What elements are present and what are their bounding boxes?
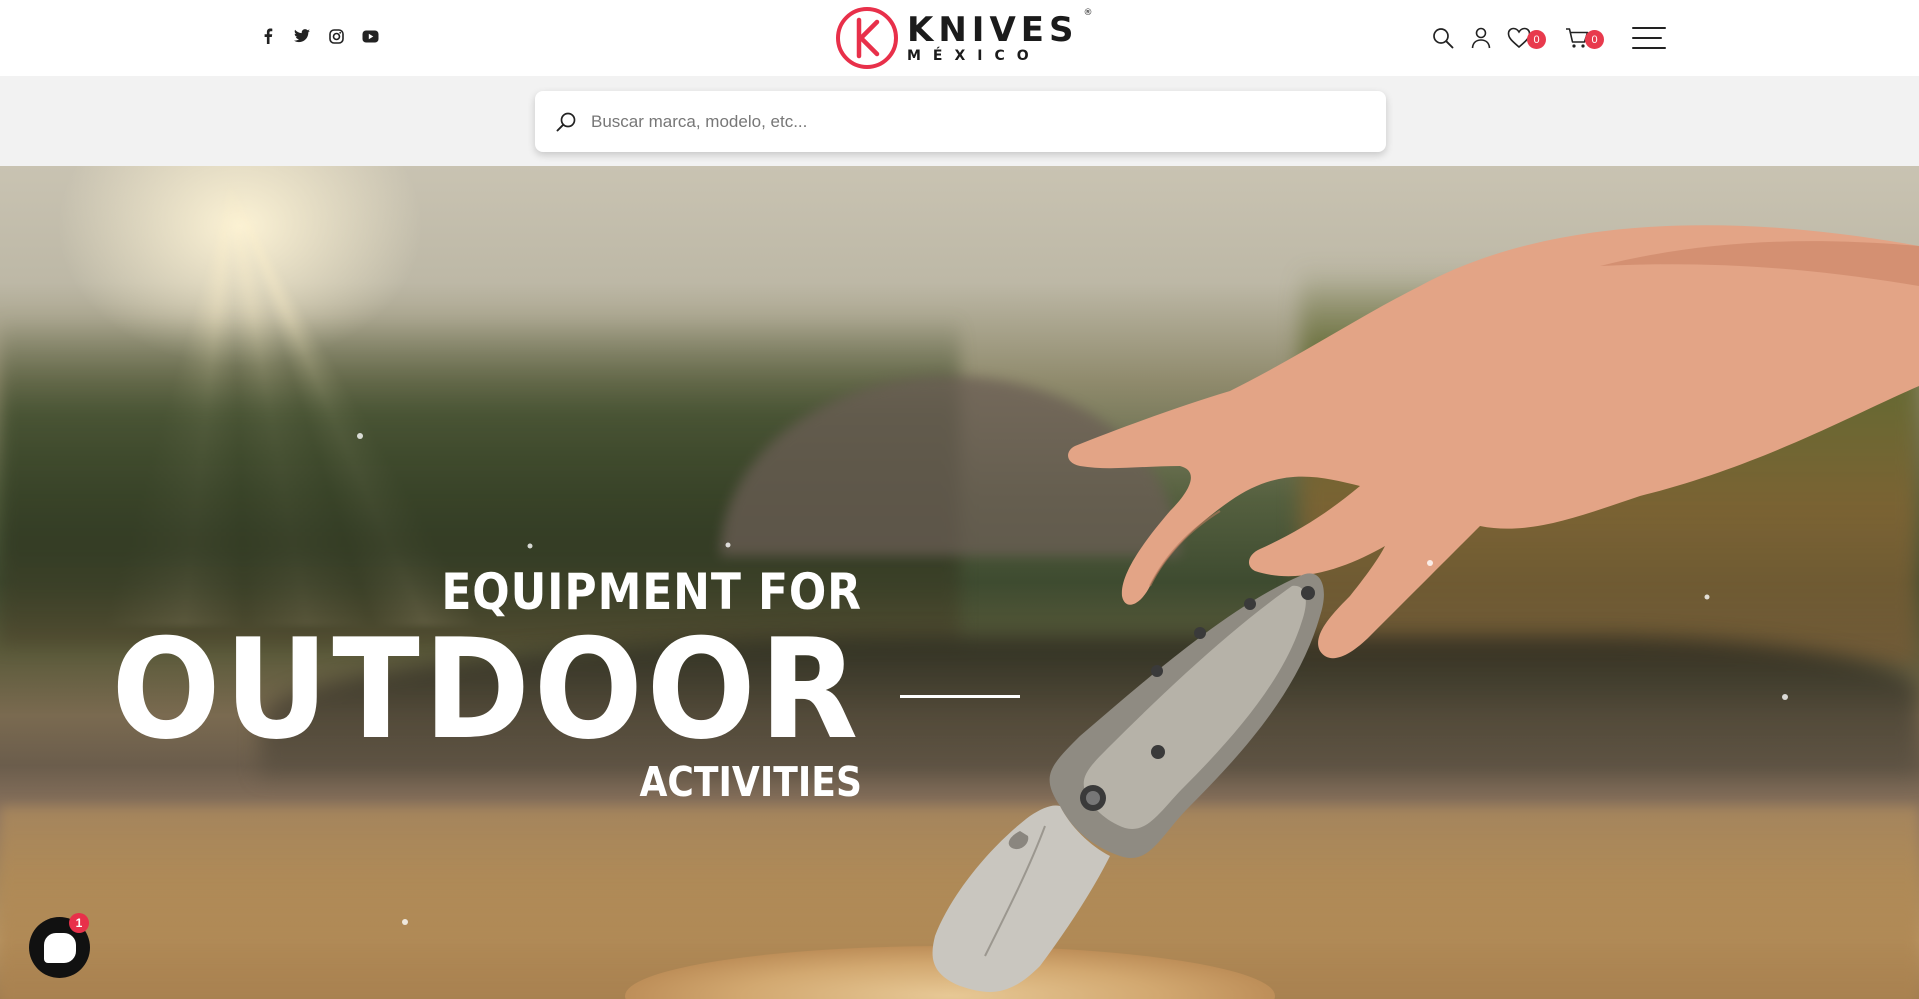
chat-bubble-icon	[43, 932, 76, 963]
wishlist-count-badge: 0	[1527, 30, 1546, 49]
hero-banner[interactable]: EQUIPMENT FOR OUTDOOR ACTIVITIES	[0, 166, 1919, 999]
hamburger-menu-icon[interactable]	[1632, 27, 1666, 49]
youtube-icon[interactable]	[360, 26, 380, 46]
search-icon[interactable]	[1428, 23, 1458, 53]
logo-subtitle: MÉXICO	[907, 48, 1041, 64]
knives-logo-icon	[836, 7, 898, 69]
cart-count-badge: 0	[1585, 30, 1604, 49]
hero-line-3: ACTIVITIES	[639, 758, 862, 806]
chat-notification-badge: 1	[69, 913, 89, 933]
header-actions: 0 0	[1428, 22, 1666, 54]
search-icon[interactable]	[555, 111, 577, 133]
facebook-icon[interactable]	[258, 26, 278, 46]
hero-headline: EQUIPMENT FOR OUTDOOR ACTIVITIES	[55, 566, 862, 804]
social-links	[258, 26, 380, 46]
search-input[interactable]	[591, 111, 1351, 132]
search-box	[535, 91, 1386, 152]
logo-wordmark: KNIVES ®	[907, 8, 1093, 50]
hero-divider	[900, 695, 1020, 698]
twitter-icon[interactable]	[292, 26, 312, 46]
hero-line-2: OUTDOOR	[111, 609, 862, 770]
cart-button[interactable]: 0	[1562, 23, 1604, 53]
account-icon[interactable]	[1466, 23, 1496, 53]
site-logo[interactable]: KNIVES ® MÉXICO	[835, 6, 1093, 70]
search-bar-area	[0, 76, 1919, 166]
instagram-icon[interactable]	[326, 26, 346, 46]
registered-mark: ®	[1083, 8, 1093, 18]
site-header: KNIVES ® MÉXICO 0 0	[0, 0, 1919, 76]
wishlist-button[interactable]: 0	[1504, 23, 1546, 53]
